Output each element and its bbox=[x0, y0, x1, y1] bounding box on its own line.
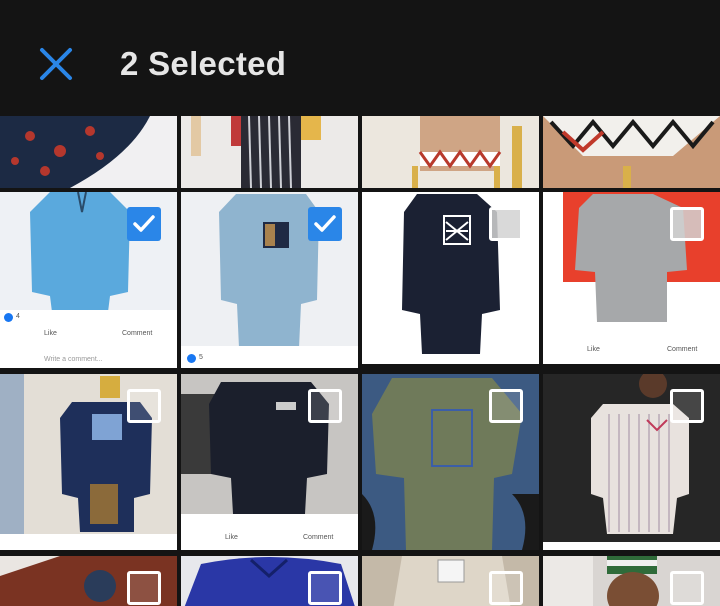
facebook-action-bar: 4 Like Comment Write a comment... bbox=[0, 310, 177, 368]
photo-tile[interactable] bbox=[543, 556, 720, 606]
selection-checkbox[interactable] bbox=[670, 571, 704, 605]
photo-tile[interactable] bbox=[362, 556, 539, 606]
photo-tile[interactable]: Like Comment bbox=[181, 374, 358, 550]
check-icon bbox=[133, 215, 155, 232]
selection-checkbox[interactable] bbox=[489, 207, 523, 241]
selection-toolbar: 2 Selected bbox=[0, 0, 720, 116]
comment-label: Comment bbox=[303, 534, 334, 541]
photo-grid: 4 Like Comment Write a comment... 5 Like… bbox=[0, 116, 720, 606]
photo-tile[interactable] bbox=[362, 192, 539, 364]
reaction-icon bbox=[4, 313, 13, 322]
photo-thumbnail bbox=[0, 116, 150, 188]
selection-checkbox[interactable] bbox=[670, 207, 704, 241]
selection-checkbox[interactable] bbox=[308, 389, 342, 423]
selection-checkbox[interactable] bbox=[489, 571, 523, 605]
selection-checkbox[interactable] bbox=[127, 571, 161, 605]
reaction-count: 5 bbox=[199, 354, 203, 361]
selection-count-title: 2 Selected bbox=[120, 45, 287, 82]
selection-checkbox[interactable] bbox=[308, 571, 342, 605]
check-icon bbox=[314, 215, 336, 232]
comment-label: Comment bbox=[122, 330, 153, 337]
photo-tile[interactable] bbox=[0, 374, 177, 550]
facebook-action-bar: 5 bbox=[181, 348, 358, 368]
photo-tile[interactable] bbox=[181, 116, 358, 188]
selection-checkbox-checked[interactable] bbox=[308, 207, 342, 241]
reaction-icon bbox=[187, 354, 196, 363]
facebook-action-bar: Like Comment bbox=[543, 338, 720, 362]
photo-tile[interactable] bbox=[362, 116, 539, 188]
comment-label: Comment bbox=[667, 346, 698, 353]
photo-tile[interactable]: 5 bbox=[181, 192, 358, 368]
close-button[interactable] bbox=[36, 44, 76, 84]
facebook-action-bar: Like Comment bbox=[181, 526, 358, 550]
reaction-count: 4 bbox=[16, 313, 20, 320]
photo-tile[interactable] bbox=[543, 116, 720, 188]
like-label: Like bbox=[44, 330, 57, 337]
photo-tile[interactable] bbox=[0, 116, 177, 188]
selection-checkbox[interactable] bbox=[670, 389, 704, 423]
photo-tile[interactable] bbox=[181, 556, 358, 606]
like-label: Like bbox=[225, 534, 238, 541]
selection-checkbox[interactable] bbox=[489, 389, 523, 423]
photo-thumbnail bbox=[191, 116, 321, 188]
like-label: Like bbox=[587, 346, 600, 353]
photo-tile[interactable]: 4 Like Comment Write a comment... bbox=[0, 192, 177, 368]
photo-thumbnail bbox=[543, 116, 720, 188]
photo-tile[interactable] bbox=[0, 556, 177, 606]
photo-tile[interactable]: Like Comment bbox=[543, 192, 720, 364]
close-icon bbox=[40, 48, 72, 80]
photo-thumbnail bbox=[412, 116, 522, 188]
photo-tile[interactable] bbox=[543, 374, 720, 550]
photo-tile[interactable] bbox=[362, 374, 539, 550]
write-comment-label: Write a comment... bbox=[44, 356, 103, 363]
selection-checkbox-checked[interactable] bbox=[127, 207, 161, 241]
selection-checkbox[interactable] bbox=[127, 389, 161, 423]
